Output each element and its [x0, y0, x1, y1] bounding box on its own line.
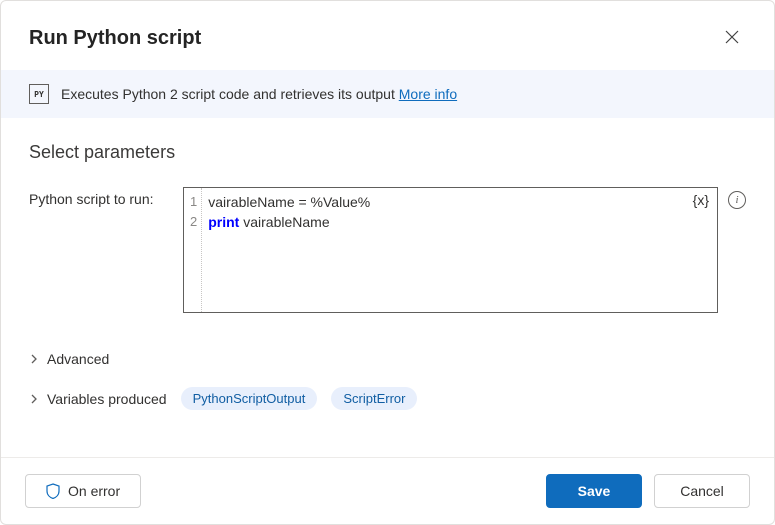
run-python-dialog: Run Python script PY Executes Python 2 s… [0, 0, 775, 525]
line-gutter: 1 2 [184, 188, 202, 312]
info-icon[interactable]: i [728, 191, 746, 209]
keyword: print [208, 214, 239, 230]
save-button[interactable]: Save [546, 474, 642, 508]
cancel-button[interactable]: Cancel [654, 474, 750, 508]
variables-produced-label: Variables produced [47, 391, 167, 407]
variable-pill[interactable]: PythonScriptOutput [181, 387, 318, 410]
chevron-right-icon [29, 394, 39, 404]
dialog-header: Run Python script [1, 1, 774, 70]
info-bar: PY Executes Python 2 script code and ret… [1, 70, 774, 118]
code-line: print vairableName [208, 212, 370, 232]
more-info-link[interactable]: More info [399, 86, 457, 102]
dialog-footer: On error Save Cancel [1, 457, 774, 524]
on-error-button[interactable]: On error [25, 474, 141, 508]
dialog-body: Select parameters Python script to run: … [1, 118, 774, 457]
line-number: 1 [190, 192, 197, 212]
variable-pill[interactable]: ScriptError [331, 387, 417, 410]
code-content: vairableName = %Value%print vairableName [202, 188, 376, 312]
code-editor[interactable]: 1 2 vairableName = %Value%print vairable… [183, 187, 718, 313]
close-button[interactable] [718, 23, 746, 54]
info-text: Executes Python 2 script code and retrie… [61, 86, 457, 102]
variables-produced-toggle[interactable]: Variables produced PythonScriptOutput Sc… [29, 377, 746, 420]
chevron-right-icon [29, 354, 39, 364]
param-label: Python script to run: [29, 187, 169, 207]
close-icon [724, 33, 740, 48]
param-row-script: Python script to run: 1 2 vairableName =… [29, 187, 746, 313]
code-line: vairableName = %Value% [208, 192, 370, 212]
info-description: Executes Python 2 script code and retrie… [61, 86, 399, 102]
shield-icon [46, 483, 60, 499]
on-error-label: On error [68, 483, 120, 499]
section-title: Select parameters [29, 142, 746, 163]
advanced-toggle[interactable]: Advanced [29, 341, 746, 377]
footer-actions: Save Cancel [546, 474, 750, 508]
advanced-label: Advanced [47, 351, 109, 367]
python-badge-icon: PY [29, 84, 49, 104]
dialog-title: Run Python script [29, 27, 201, 50]
insert-variable-button[interactable]: {x} [693, 192, 709, 208]
editor-wrap: 1 2 vairableName = %Value%print vairable… [183, 187, 746, 313]
code-text: vairableName [239, 214, 329, 230]
line-number: 2 [190, 212, 197, 232]
